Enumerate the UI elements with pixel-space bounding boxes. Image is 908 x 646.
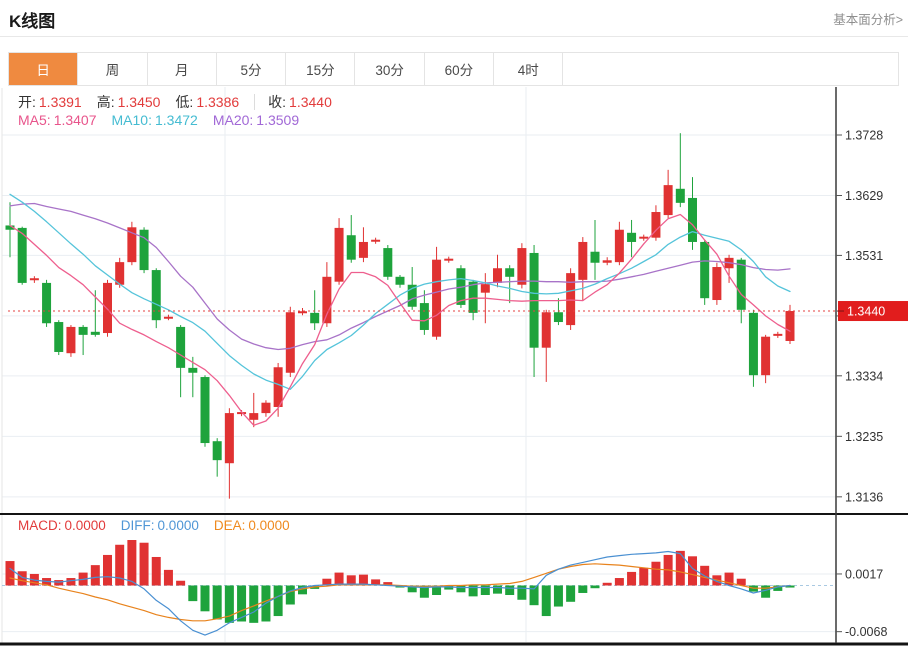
candle-body <box>469 282 478 313</box>
candle-body <box>91 332 100 335</box>
macd-hist-bar <box>554 586 563 607</box>
candle-body <box>591 252 600 263</box>
macd-hist-bar <box>591 586 600 589</box>
candle-body <box>603 260 612 262</box>
candle-body <box>286 312 295 373</box>
candle-body <box>335 228 344 282</box>
macd-hist-bar <box>201 586 210 612</box>
candle-body <box>639 237 648 239</box>
candle-body <box>152 270 161 320</box>
macd-hist-bar <box>676 551 685 586</box>
candle-body <box>310 313 319 323</box>
candle-body <box>213 441 222 460</box>
ma10-line <box>10 194 790 389</box>
candle-body <box>249 413 258 420</box>
candle-body <box>481 284 490 293</box>
candle-body <box>42 283 51 323</box>
candle-body <box>712 267 721 300</box>
candle-body <box>786 311 795 341</box>
candle-body <box>554 312 563 322</box>
macd-hist-bar <box>286 586 295 605</box>
macd-hist-bar <box>542 586 551 617</box>
candle-body <box>505 268 514 277</box>
candle-body <box>664 185 673 215</box>
candle-body <box>615 230 624 262</box>
candle-body <box>383 248 392 277</box>
macd-hist-bar <box>103 555 112 586</box>
kline-widget: K线图 基本面分析> 日周月5分15分30分60分4时 开:1.3391高:1.… <box>0 0 908 646</box>
macd-hist-bar <box>152 557 161 586</box>
macd-hist-bar <box>54 580 63 585</box>
candle-body <box>201 377 210 443</box>
price-tick-label: 1.3136 <box>845 490 883 504</box>
macd-hist-bar <box>627 572 636 586</box>
candle-body <box>274 367 283 407</box>
macd-hist-bar <box>176 581 185 586</box>
macd-hist-bar <box>213 586 222 620</box>
macd-hist-bar <box>456 586 465 593</box>
macd-hist-bar <box>493 586 502 594</box>
macd-hist-bar <box>127 540 136 585</box>
candle-body <box>164 317 173 319</box>
candle-body <box>54 322 63 352</box>
candle-body <box>761 337 770 376</box>
price-tick-label: 1.3629 <box>845 189 883 203</box>
macd-hist-bar <box>651 562 660 586</box>
price-tick-label: 1.3728 <box>845 129 883 143</box>
macd-hist-bar <box>505 586 514 596</box>
candle-body <box>30 278 39 280</box>
macd-hist-bar <box>188 586 197 602</box>
candle-body <box>749 313 758 375</box>
macd-hist-bar <box>578 586 587 593</box>
current-price-label: 1.3440 <box>847 305 885 319</box>
ma5-line <box>10 215 790 426</box>
candle-body <box>627 233 636 242</box>
dea-line <box>10 564 790 621</box>
candle-body <box>737 260 746 310</box>
macd-hist-bar <box>6 561 15 585</box>
candle-body <box>298 311 307 313</box>
candle-body <box>578 242 587 280</box>
macd-hist-bar <box>615 578 624 585</box>
candle-body <box>66 327 75 353</box>
macd-hist-bar <box>164 570 173 586</box>
macd-hist-bar <box>639 568 648 586</box>
candle-body <box>542 312 551 347</box>
candle-body <box>359 242 368 258</box>
candle-body <box>188 368 197 373</box>
candle-body <box>517 248 526 285</box>
candle-body <box>688 198 697 242</box>
kline-chart: 1.37281.36291.35311.34321.33341.32351.31… <box>0 0 908 646</box>
price-tick-label: 1.3235 <box>845 430 883 444</box>
candle-body <box>322 277 331 323</box>
macd-hist-bar <box>603 583 612 586</box>
candle-body <box>396 277 405 285</box>
macd-hist-bar <box>91 565 100 585</box>
candle-body <box>347 235 356 259</box>
diff-line <box>10 552 790 636</box>
candle-body <box>566 273 575 325</box>
candle-body <box>176 327 185 368</box>
macd-hist-bar <box>66 578 75 585</box>
candle-body <box>420 303 429 330</box>
price-tick-label: 1.3334 <box>845 369 883 383</box>
candle-body <box>676 189 685 203</box>
candle-body <box>700 242 709 298</box>
candle-body <box>225 413 234 463</box>
macd-hist-bar <box>566 586 575 602</box>
macd-hist-bar <box>140 543 149 586</box>
price-tick-label: 1.3531 <box>845 249 883 263</box>
candle-body <box>371 240 380 242</box>
candle-body <box>773 334 782 336</box>
macd-tick-label: 0.0017 <box>845 567 883 581</box>
candle-body <box>432 260 441 337</box>
candle-body <box>261 403 270 413</box>
macd-tick-label: -0.0068 <box>845 625 887 639</box>
candle-body <box>103 283 112 333</box>
candle-body <box>79 327 88 335</box>
macd-hist-bar <box>274 586 283 617</box>
candle-body <box>493 268 502 283</box>
candle-body <box>444 259 453 261</box>
